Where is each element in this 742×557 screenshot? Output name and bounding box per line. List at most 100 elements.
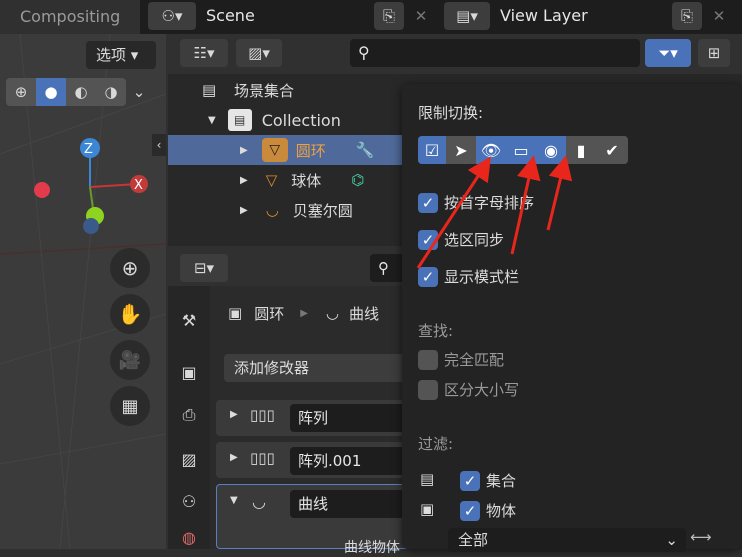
wireframe-shading-button[interactable]: ⊕: [6, 78, 36, 106]
row-label: Collection: [261, 110, 341, 130]
add-modifier-dropdown[interactable]: 添加修改器: [224, 354, 414, 382]
material-shading-button[interactable]: ◐: [66, 78, 96, 106]
filter-collections-option[interactable]: ✓ 集合: [460, 470, 516, 491]
delete-view-layer-button[interactable]: ✕: [704, 2, 734, 30]
sidebar-toggle[interactable]: ‹: [152, 134, 166, 156]
filter-popover-button[interactable]: ⏷▾: [645, 39, 691, 67]
breadcrumb-data: 曲线: [349, 304, 380, 323]
invert-filter-button[interactable]: ⟷: [690, 528, 720, 552]
object-square-icon: ▣: [228, 304, 243, 322]
breadcrumb-separator-icon: ▶: [300, 307, 308, 319]
expand-right-icon: ▶: [240, 204, 248, 216]
tab-world[interactable]: ◍: [172, 526, 206, 549]
expand-right-icon[interactable]: ▶: [230, 452, 238, 463]
outliner-row-sphere[interactable]: ▶ ▽ 球体 ⌬: [168, 166, 408, 194]
magnifier-plus-icon: ⊕: [121, 256, 139, 280]
solid-sphere-icon: ●: [44, 83, 58, 101]
row-label: 场景集合: [234, 81, 295, 100]
curve-object-icon: ▽: [265, 171, 278, 189]
properties-editor-icon: ⊟▾: [193, 259, 215, 277]
outliner-row-torus[interactable]: ▶ ▽ 圆环 🔧: [168, 135, 408, 165]
hand-icon: ✋: [117, 302, 143, 326]
new-collection-icon: ⊞: [707, 44, 721, 62]
view-layer-selector-button[interactable]: ▤▾: [444, 2, 490, 30]
new-scene-button[interactable]: ⎘: [374, 2, 404, 30]
rendered-shading-button[interactable]: ◑: [96, 78, 126, 106]
annotation-arrows: [416, 155, 573, 269]
option-label: 区分大小写: [444, 381, 520, 399]
gizmo-neg-x-axis[interactable]: [34, 182, 50, 198]
new-view-layer-button[interactable]: ⎘: [672, 2, 702, 30]
close-icon: ✕: [414, 7, 428, 25]
grid-icon: ▦: [121, 395, 139, 417]
display-mode-dropdown[interactable]: ☷▾: [180, 39, 228, 67]
new-collection-button[interactable]: ⊞: [698, 39, 730, 67]
breadcrumb-object: 圆环: [254, 304, 285, 323]
search-icon: ⚲: [378, 259, 389, 277]
modifier-name-field[interactable]: 阵列.001: [290, 447, 410, 475]
indirect-only-icon: ✔: [605, 140, 619, 160]
wrench-icon: 🔧: [355, 141, 375, 159]
restrict-toggles-title: 限制切换:: [418, 104, 484, 122]
modifier-name-field[interactable]: 阵列: [290, 404, 410, 432]
viewport-grid: [0, 34, 166, 549]
object-square-icon: ▣: [420, 500, 435, 518]
search-icon: ⚲: [358, 43, 370, 62]
navigation-gizmo[interactable]: Z X: [20, 135, 160, 235]
3d-viewport[interactable]: [0, 34, 166, 549]
tab-scene[interactable]: ⚇: [172, 484, 206, 518]
curve-modifier-icon: ◡: [252, 492, 266, 511]
perspective-toggle-button[interactable]: ▦: [110, 386, 150, 426]
curve-data-icon: ◡: [325, 304, 339, 322]
select-value: 全部: [458, 531, 489, 549]
properties-breadcrumb: ▣ 圆环 ▶ ◡ 曲线: [220, 298, 420, 328]
tab-render[interactable]: ▣: [172, 355, 206, 389]
array-modifier-icon: ▯▯▯: [250, 449, 275, 467]
expand-down-icon[interactable]: ▼: [230, 495, 238, 506]
toggle-indirect-only-button[interactable]: ✔: [596, 136, 628, 164]
view-layer-name-field[interactable]: View Layer: [492, 2, 670, 30]
tab-output[interactable]: ⎙: [172, 398, 206, 432]
case-sensitive-option[interactable]: 区分大小写: [418, 379, 519, 400]
expand-down-icon: ▼: [208, 114, 216, 126]
solid-shading-button[interactable]: ●: [36, 78, 66, 106]
modifier-name-field[interactable]: 曲线: [290, 490, 410, 518]
outliner-search-input[interactable]: ⚲: [350, 39, 640, 67]
viewport-options-dropdown[interactable]: 选项 ▾: [86, 41, 156, 69]
outliner-row-bezier-circle[interactable]: ▶ ◡ 贝塞尔圆: [168, 196, 408, 224]
axis-z-label: Z: [84, 142, 93, 157]
exact-match-option[interactable]: 完全匹配: [418, 349, 504, 370]
wireframe-icon: ⊕: [14, 83, 28, 101]
tab-view-layer[interactable]: ▨: [172, 442, 206, 476]
outliner-row-scene-collection[interactable]: ▤ 场景集合: [168, 76, 408, 104]
filter-collections-checkbox[interactable]: ✓: [460, 470, 480, 491]
scene-name-field[interactable]: Scene: [198, 2, 372, 30]
filter-section-title: 过滤:: [418, 435, 454, 453]
camera-icon: 🎥: [118, 349, 142, 371]
delete-scene-button[interactable]: ✕: [406, 2, 436, 30]
scene-selector-button[interactable]: ⚇▾: [148, 2, 196, 30]
filter-objects-option[interactable]: ✓ 物体: [460, 500, 516, 521]
shading-options-button[interactable]: ⌄: [126, 78, 152, 106]
camera-view-button[interactable]: 🎥: [110, 340, 150, 380]
workspace-tab-compositing[interactable]: Compositing: [0, 0, 140, 34]
pan-button[interactable]: ✋: [110, 294, 150, 334]
expand-right-icon: ▶: [240, 144, 248, 156]
curve-object-label: 曲线物体: [344, 540, 400, 556]
filter-data-dropdown[interactable]: ▨▾: [236, 39, 282, 67]
outliner-row-collection[interactable]: ▼ ▤ Collection: [168, 106, 408, 134]
gizmo-neg-z-axis[interactable]: [83, 218, 99, 234]
tab-tool[interactable]: ⚒: [172, 303, 206, 337]
option-label: 集合: [486, 472, 517, 490]
object-filter-select[interactable]: 全部 ⌄: [448, 528, 686, 552]
filter-objects-checkbox[interactable]: ✓: [460, 500, 480, 521]
search-section-title: 查找:: [418, 322, 454, 340]
render-icon: ▣: [181, 362, 197, 382]
exact-match-checkbox[interactable]: [418, 349, 438, 370]
editor-type-dropdown[interactable]: ⊟▾: [180, 254, 228, 282]
chevron-left-icon: ‹: [156, 138, 162, 152]
case-sensitive-checkbox[interactable]: [418, 379, 438, 400]
zoom-button[interactable]: ⊕: [110, 248, 150, 288]
expand-right-icon[interactable]: ▶: [230, 409, 238, 420]
image-stack-icon: ▨: [181, 449, 197, 469]
